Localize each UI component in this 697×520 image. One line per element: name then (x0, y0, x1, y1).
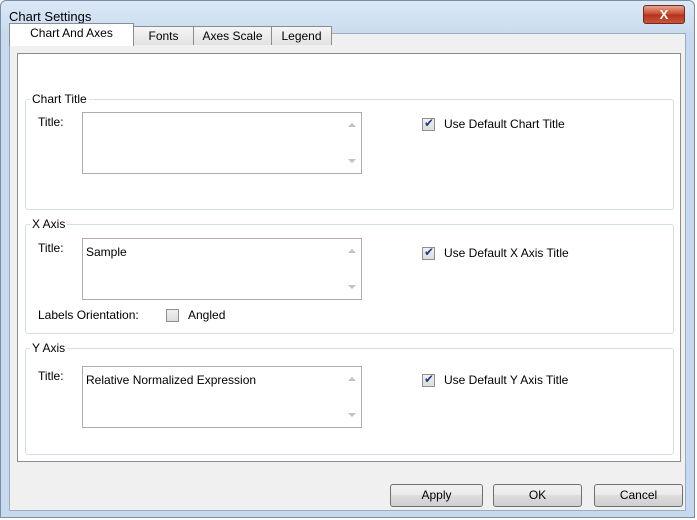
window-title: Chart Settings (9, 9, 92, 24)
tab-chart-and-axes[interactable]: Chart And Axes (9, 23, 134, 46)
tab-axes-scale[interactable]: Axes Scale (193, 26, 272, 45)
chart-title-scrollbar[interactable] (344, 113, 361, 173)
x-axis-title-value: Sample (86, 245, 127, 259)
chart-title-group-label: Chart Title (30, 92, 89, 106)
cancel-button[interactable]: Cancel (594, 484, 683, 507)
y-axis-title-value: Relative Normalized Expression (86, 373, 257, 387)
ok-button[interactable]: OK (493, 484, 582, 507)
x-axis-title-scrollbar[interactable] (344, 239, 361, 299)
y-axis-group: Y Axis Title: Relative Normalized Expres… (25, 341, 674, 455)
y-axis-title-scrollbar[interactable] (344, 367, 361, 427)
x-axis-group-label: X Axis (30, 217, 68, 231)
use-default-x-axis-title-checkbox[interactable] (422, 245, 435, 260)
scroll-down-icon[interactable] (348, 413, 356, 417)
x-axis-title-label: Title: (38, 241, 64, 255)
chart-title-group: Chart Title Title: Use Default Chart Tit… (25, 92, 674, 210)
angled-label[interactable]: Angled (188, 308, 225, 322)
scroll-down-icon[interactable] (348, 285, 356, 289)
use-default-chart-title-label[interactable]: Use Default Chart Title (444, 117, 565, 131)
close-button[interactable]: X (643, 5, 685, 24)
tab-legend[interactable]: Legend (271, 26, 332, 45)
labels-orientation-label: Labels Orientation: (38, 308, 139, 322)
angled-checkbox[interactable] (166, 309, 179, 322)
x-axis-group: X Axis Title: Sample Use Default X Axis … (25, 217, 674, 334)
y-axis-title-input[interactable]: Relative Normalized Expression (82, 366, 362, 428)
tab-fonts[interactable]: Fonts (133, 26, 194, 45)
chart-title-input[interactable] (82, 112, 362, 174)
x-axis-title-input[interactable]: Sample (82, 238, 362, 300)
use-default-x-axis-title-label[interactable]: Use Default X Axis Title (444, 246, 569, 260)
scroll-up-icon[interactable] (348, 123, 356, 127)
chart-title-label: Title: (38, 115, 64, 129)
scroll-up-icon[interactable] (348, 377, 356, 381)
tab-panel-chart-and-axes: Chart Title Title: Use Default Chart Tit… (17, 53, 681, 462)
use-default-y-axis-title-label[interactable]: Use Default Y Axis Title (444, 373, 568, 387)
use-default-chart-title-checkbox[interactable] (422, 116, 435, 131)
use-default-y-axis-title-checkbox[interactable] (422, 372, 435, 387)
y-axis-title-label: Title: (38, 369, 64, 383)
apply-button[interactable]: Apply (390, 484, 483, 507)
scroll-up-icon[interactable] (348, 249, 356, 253)
y-axis-group-label: Y Axis (30, 341, 68, 355)
scroll-down-icon[interactable] (348, 159, 356, 163)
